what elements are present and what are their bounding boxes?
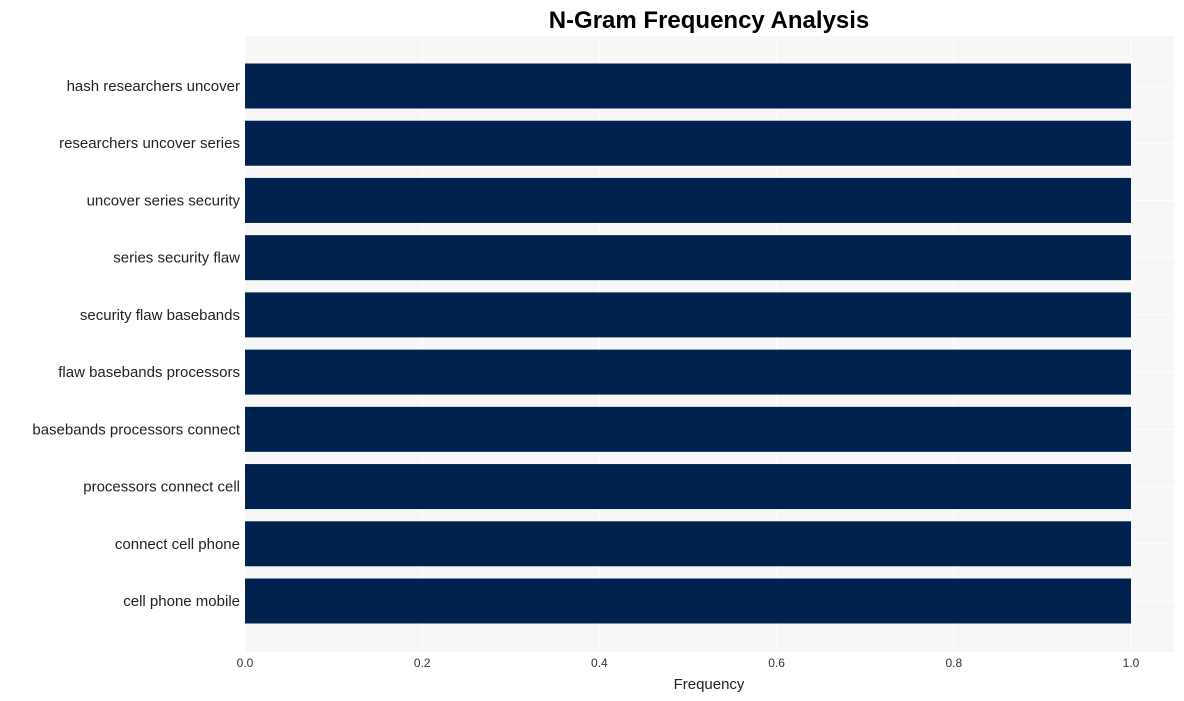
y-tick-label: researchers uncover series <box>59 135 240 152</box>
y-tick-label: hash researchers uncover <box>67 78 240 95</box>
y-tick-label: series security flaw <box>113 250 240 267</box>
y-tick-label: flaw basebands processors <box>58 364 240 381</box>
y-tick-label: cell phone mobile <box>123 593 240 610</box>
x-tick-label: 1.0 <box>1123 656 1140 670</box>
bar <box>245 464 1131 510</box>
bar <box>245 63 1131 109</box>
bar <box>245 120 1131 166</box>
x-tick-labels: 0.0 0.2 0.4 0.6 0.8 1.0 <box>237 656 1140 670</box>
bar <box>245 349 1131 395</box>
bar <box>245 578 1131 624</box>
bar <box>245 235 1131 281</box>
y-tick-label: security flaw basebands <box>80 307 240 324</box>
x-tick-label: 0.0 <box>237 656 254 670</box>
y-tick-labels: hash researchers uncover researchers unco… <box>32 78 240 610</box>
bar <box>245 406 1131 452</box>
bar <box>245 292 1131 338</box>
y-tick-label: basebands processors connect <box>32 421 240 438</box>
bar <box>245 177 1131 223</box>
x-tick-label: 0.4 <box>591 656 608 670</box>
x-tick-label: 0.2 <box>414 656 431 670</box>
x-tick-label: 0.6 <box>768 656 785 670</box>
ngram-bar-chart: hash researchers uncover researchers unco… <box>32 7 1174 693</box>
chart-title: N-Gram Frequency Analysis <box>549 7 870 34</box>
x-tick-label: 0.8 <box>945 656 962 670</box>
y-tick-label: uncover series security <box>87 192 241 209</box>
y-tick-label: processors connect cell <box>83 479 240 496</box>
bar <box>245 521 1131 567</box>
x-axis-label: Frequency <box>674 676 745 693</box>
y-tick-label: connect cell phone <box>115 536 240 553</box>
